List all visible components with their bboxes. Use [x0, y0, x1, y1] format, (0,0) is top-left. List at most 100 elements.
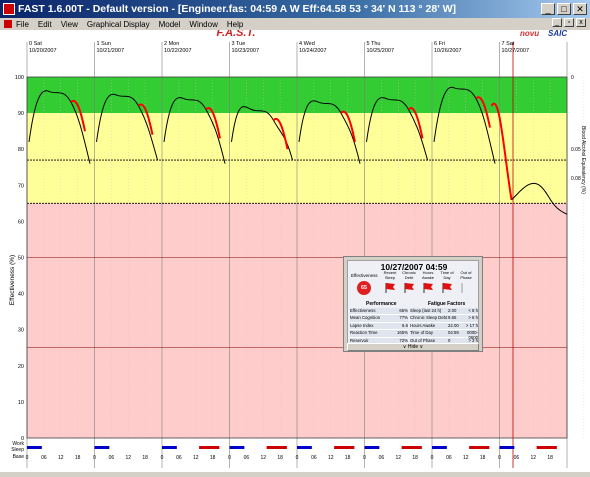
hour-tick-label: 18: [277, 455, 283, 461]
date-label: 10/24/2007: [299, 48, 327, 54]
menu-edit[interactable]: Edit: [38, 20, 52, 29]
sleep-bar: [229, 446, 245, 449]
right-tick-label: 0.05: [571, 147, 581, 153]
menu-view[interactable]: View: [61, 20, 78, 29]
close-button[interactable]: ✕: [573, 3, 587, 15]
chart-area: 100 90 80 70 60 50 40 30 20 10 0 0 0.05 0.08 F.A.S.T.…: [0, 27, 590, 472]
hour-tick-label: 12: [125, 455, 131, 461]
hour-tick-label: 06: [41, 455, 47, 461]
hour-tick-label: 06: [311, 455, 317, 461]
effectiveness-chart[interactable]: 100908070605040302010000.050.08 F.A.S.T.…: [0, 27, 590, 472]
work-bar: [199, 446, 220, 449]
sleep-bar: [364, 446, 380, 449]
right-axis-label: Blood Alcohol Equivalency (%): [580, 126, 586, 194]
hour-tick-label: 18: [547, 455, 553, 461]
hour-tick-label: 06: [176, 455, 182, 461]
effectiveness-circle: 65: [357, 281, 371, 295]
day-label: 6 Fri: [434, 41, 445, 47]
hide-button[interactable]: ∨ Hide ∨: [347, 343, 479, 351]
flag-time-of-day: Time of Day: [440, 270, 454, 280]
work-bar: [401, 446, 422, 449]
left-tick-label: 90: [18, 111, 24, 117]
right-tick-label: 0: [571, 75, 574, 81]
hour-tick-label: 18: [412, 455, 418, 461]
table-row: Lapse Index 6.6: [350, 323, 408, 331]
hour-tick-label: 0: [296, 455, 299, 461]
work-bar: [469, 446, 490, 449]
sleep-bar: [27, 446, 42, 449]
hour-tick-label: 18: [75, 455, 81, 461]
minimize-button[interactable]: _: [541, 3, 555, 15]
table-row: Sleep (last 24 h) 2.00 < 8 h: [410, 308, 478, 316]
red-flag-icon: [404, 283, 414, 293]
date-label: 10/23/2007: [232, 48, 260, 54]
child-restore-button[interactable]: ▫: [564, 18, 574, 27]
sleep-bar: [432, 446, 447, 449]
day-label: 4 Wed: [299, 41, 315, 47]
hour-tick-label: 12: [395, 455, 401, 461]
hour-tick-label: 06: [514, 455, 520, 461]
performance-table: Effectiveness 65% Mean Cognition 77% Lapse…: [350, 308, 408, 345]
menu-help[interactable]: Help: [227, 20, 243, 29]
child-close-button[interactable]: x: [576, 18, 586, 27]
table-row: Reaction Time 165%: [350, 330, 408, 338]
left-tick-label: 20: [18, 364, 24, 370]
hour-tick-label: 06: [244, 455, 250, 461]
hour-tick-label: 18: [345, 455, 351, 461]
date-label: 10/26/2007: [434, 48, 462, 54]
hour-tick-label: 18: [142, 455, 148, 461]
hour-tick-label: 0: [161, 455, 164, 461]
day-label: 7 Sat: [502, 41, 515, 47]
right-tick-label: 0.08: [571, 176, 581, 182]
hour-tick-label: 12: [193, 455, 199, 461]
day-label: 5 Thu: [367, 41, 381, 47]
row-label: Base: [13, 454, 25, 460]
left-tick-label: 60: [18, 219, 24, 225]
red-flag-icon: [385, 283, 395, 293]
hour-tick-label: 0: [363, 455, 366, 461]
maximize-button[interactable]: □: [557, 3, 571, 15]
sleep-bar: [94, 446, 110, 449]
hour-tick-label: 12: [260, 455, 266, 461]
table-row: Time of Day 04:59 0000-0600: [410, 330, 478, 341]
sleep-bar: [297, 446, 312, 449]
child-minimize-button[interactable]: _: [552, 18, 562, 27]
effectiveness-label: Effectiveness: [351, 273, 378, 278]
brand-right: SAIC: [548, 30, 567, 38]
menu-model[interactable]: Model: [159, 20, 181, 29]
hour-tick-label: 0: [93, 455, 96, 461]
menu-graphical-display[interactable]: Graphical Display: [87, 20, 150, 29]
menu-window[interactable]: Window: [189, 20, 217, 29]
date-label: 10/27/2007: [502, 48, 530, 54]
window-title: FAST 1.6.00T - Default version - [Engine…: [18, 3, 457, 15]
flag-hours-awake: Hours Awake: [422, 270, 434, 280]
left-tick-label: 80: [18, 147, 24, 153]
left-tick-label: 50: [18, 256, 24, 262]
title-bar: FAST 1.6.00T - Default version - [Engine…: [0, 0, 590, 18]
work-bar: [334, 446, 355, 449]
document-icon[interactable]: [4, 20, 12, 28]
hour-tick-label: 18: [480, 455, 486, 461]
row-label: Sleep: [11, 447, 24, 453]
menu-bar: File Edit View Graphical Display Model W…: [0, 18, 590, 30]
hour-tick-label: 12: [58, 455, 64, 461]
date-label: 10/22/2007: [164, 48, 192, 54]
hour-tick-label: 12: [463, 455, 469, 461]
left-tick-label: 100: [15, 75, 24, 81]
hour-tick-label: 0: [498, 455, 501, 461]
hour-tick-label: 0: [26, 455, 29, 461]
left-tick-label: 30: [18, 328, 24, 334]
brand-left: novu: [520, 30, 539, 38]
fatigue-header: Fatigue Factors: [428, 301, 466, 307]
sleep-bar: [162, 446, 177, 449]
performance-header: Performance: [366, 301, 397, 307]
hour-tick-label: 12: [328, 455, 334, 461]
left-axis-label: Effectiveness (%): [9, 255, 16, 305]
date-label: 10/21/2007: [97, 48, 125, 54]
app-icon[interactable]: [3, 3, 15, 15]
fatigue-table: Sleep (last 24 h) 2.00 < 8 h Chronic Sleep…: [410, 308, 478, 345]
fast-logo: F.A.S.T.: [217, 30, 256, 39]
flag-recent-sleep: Recent Sleep: [383, 270, 397, 280]
table-row: Effectiveness 65%: [350, 308, 408, 316]
menu-file[interactable]: File: [16, 20, 29, 29]
